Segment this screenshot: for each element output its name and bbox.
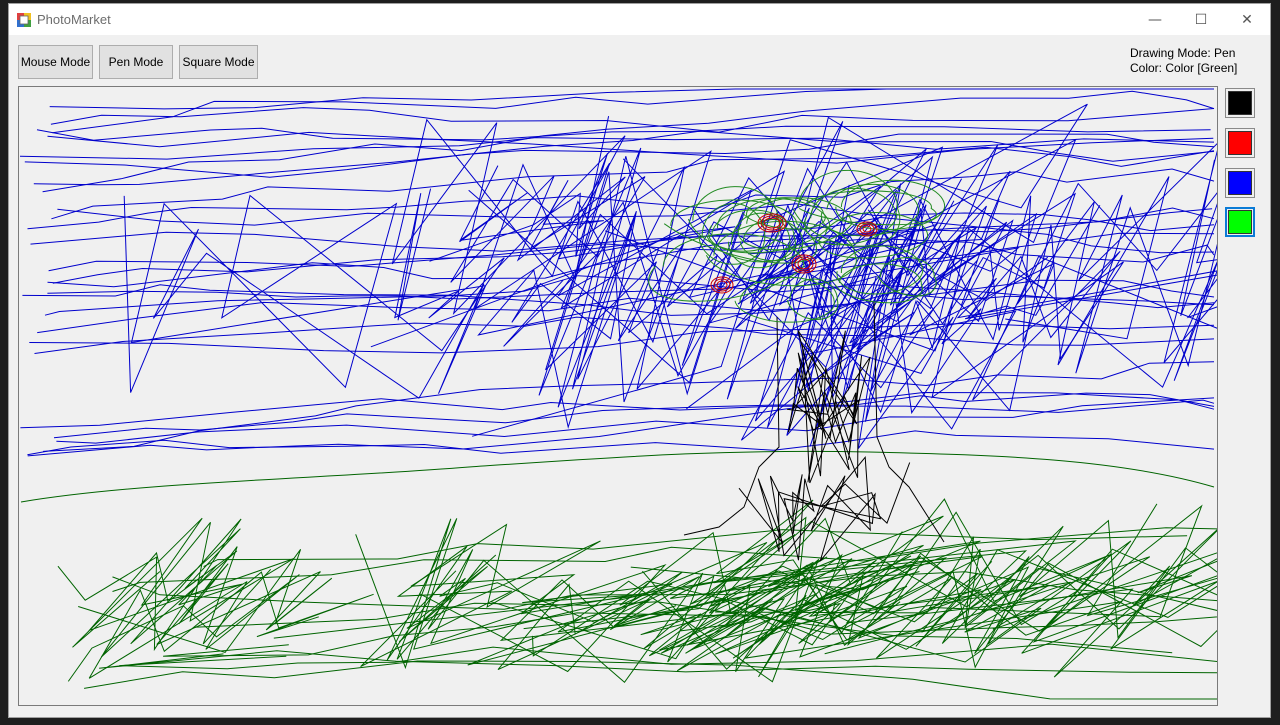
drawing-surface[interactable]: [19, 87, 1217, 705]
window-title: PhotoMarket: [37, 12, 111, 27]
title-bar[interactable]: PhotoMarket — ☐ ✕: [9, 4, 1270, 35]
stroke: [19, 137, 1215, 160]
minimize-icon: —: [1148, 11, 1162, 28]
drawing-mode-label: Drawing Mode: Pen: [1130, 46, 1236, 60]
stroke: [20, 450, 1215, 503]
swatch-black[interactable]: [1225, 88, 1255, 118]
swatch-blue-fill: [1228, 171, 1252, 195]
app-icon: [17, 13, 31, 27]
stroke: [27, 430, 1215, 456]
drawing-canvas[interactable]: [18, 86, 1218, 706]
stroke: [49, 88, 1214, 110]
stroke: [50, 107, 1215, 133]
swatch-blue[interactable]: [1225, 168, 1255, 198]
mouse-mode-button[interactable]: Mouse Mode: [18, 45, 93, 79]
close-button[interactable]: ✕: [1224, 4, 1270, 35]
maximize-button[interactable]: ☐: [1178, 4, 1224, 35]
stroke: [355, 518, 673, 670]
color-label: Color: Color [Green]: [1130, 61, 1238, 75]
swatch-black-fill: [1228, 91, 1252, 115]
stroke: [203, 529, 1188, 568]
stroke: [163, 612, 1217, 657]
stroke: [56, 397, 1215, 444]
sky-strokes: [19, 88, 1217, 457]
stroke: [738, 456, 911, 562]
stroke: [29, 322, 1215, 354]
swatch-red[interactable]: [1225, 128, 1255, 158]
close-icon: ✕: [1241, 11, 1253, 28]
swatch-green[interactable]: [1225, 207, 1255, 237]
pen-mode-button[interactable]: Pen Mode: [99, 45, 173, 79]
stroke: [99, 650, 1217, 674]
minimize-button[interactable]: —: [1132, 4, 1178, 35]
swatch-green-fill: [1228, 210, 1252, 234]
square-mode-button[interactable]: Square Mode: [179, 45, 258, 79]
maximize-icon: ☐: [1194, 11, 1208, 28]
app-window: PhotoMarket — ☐ ✕ Mouse Mode Pen Mode Sq…: [8, 3, 1271, 718]
swatch-red-fill: [1228, 131, 1252, 155]
stroke: [47, 131, 1214, 164]
stroke: [24, 133, 1215, 178]
stroke: [52, 88, 1214, 134]
grass-strokes: [20, 450, 1217, 700]
